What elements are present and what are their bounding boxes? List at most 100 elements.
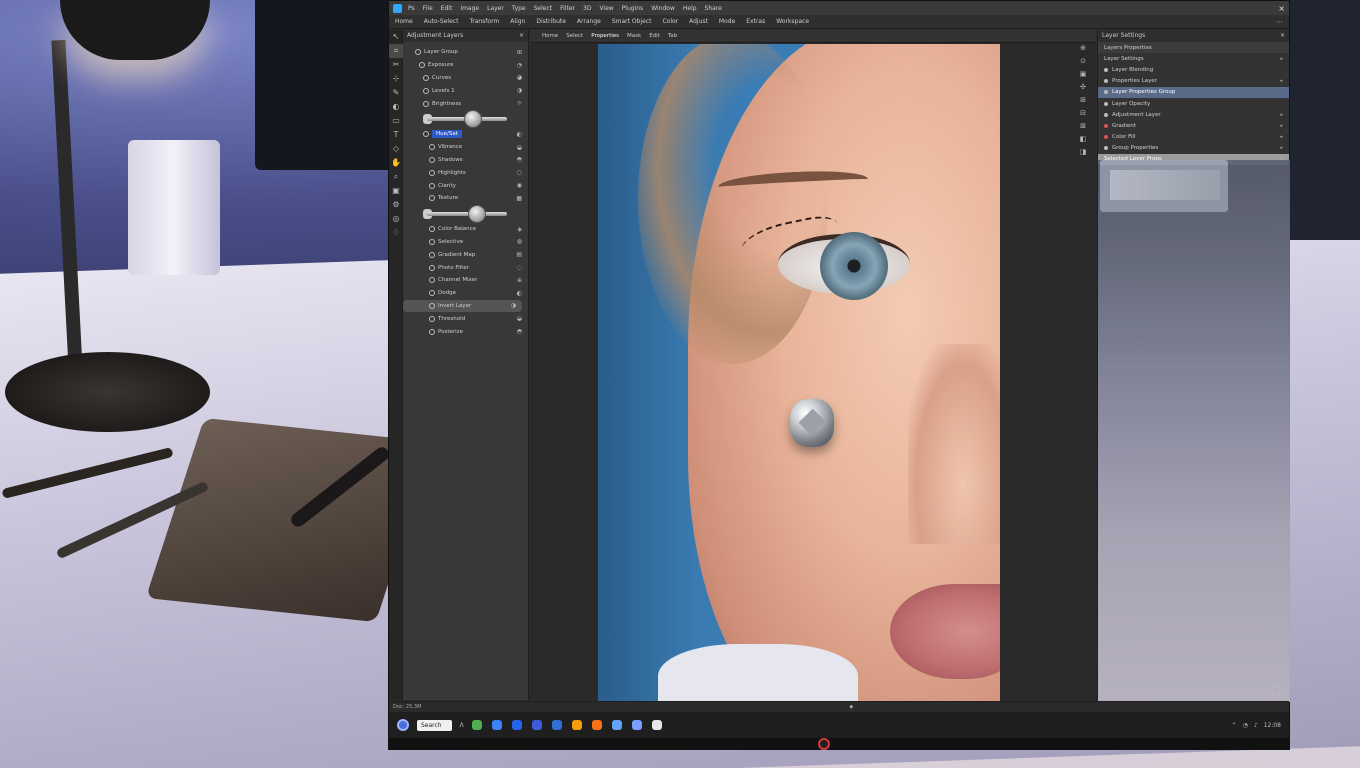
mini-tool-icon[interactable]: ⊠	[1076, 122, 1090, 135]
mail-icon[interactable]	[611, 720, 622, 730]
visibility-eye-icon[interactable]	[423, 87, 429, 94]
visibility-eye-icon[interactable]	[429, 182, 435, 189]
shield-icon[interactable]	[531, 720, 542, 730]
layer-row[interactable]: Gradient Map ▤	[403, 248, 528, 261]
close-window-button[interactable]: ×	[1278, 4, 1285, 13]
title-menu-5[interactable]: Type	[512, 5, 526, 12]
tool-icon-10[interactable]: ⌕	[389, 170, 403, 184]
visibility-eye-icon[interactable]	[429, 251, 435, 258]
slider-knob[interactable]	[467, 204, 486, 223]
visibility-eye-icon[interactable]	[429, 195, 435, 202]
menu-item-10[interactable]: Extras	[746, 18, 765, 25]
expand-arrow-icon[interactable]: ▸	[1280, 112, 1283, 118]
menu-item-5[interactable]: Arrange	[577, 18, 601, 25]
mini-tool-icon[interactable]: ⊕	[1076, 44, 1090, 57]
settings-row[interactable]: Group Properties ▸	[1098, 143, 1289, 154]
layer-row[interactable]: Levels 1 ◑	[403, 84, 528, 97]
layer-row[interactable]: Hue/Sat ◐	[403, 128, 528, 141]
mini-tool-icon[interactable]: ⊞	[1076, 96, 1090, 109]
settings-row[interactable]: Adjustment Layer ▸	[1098, 109, 1289, 120]
tray-item[interactable]: ◔	[1243, 722, 1248, 729]
tool-icon-1[interactable]: ⌗	[389, 44, 403, 58]
portrait-photo[interactable]	[598, 44, 1000, 701]
expand-arrow-icon[interactable]: ▸	[1280, 56, 1283, 62]
more-icon[interactable]: ⋯	[1276, 18, 1283, 26]
visibility-eye-icon[interactable]	[423, 74, 429, 81]
mini-tool-icon[interactable]: ◧	[1076, 135, 1090, 148]
tool-icon-7[interactable]: T	[389, 128, 403, 142]
visibility-eye-icon[interactable]	[423, 131, 429, 138]
tray-item[interactable]: ♪	[1254, 722, 1258, 729]
layer-row[interactable]: Photo Filter ◌	[403, 261, 528, 274]
help-icon[interactable]	[1271, 686, 1281, 696]
visibility-eye-icon[interactable]	[429, 144, 435, 151]
visibility-eye-icon[interactable]	[429, 238, 435, 245]
expand-arrow-icon[interactable]: ▸	[1280, 134, 1283, 140]
menu-item-8[interactable]: Adjust	[689, 18, 708, 25]
title-menu-0[interactable]: Ps	[408, 5, 415, 12]
title-menu-3[interactable]: Image	[460, 5, 479, 12]
tool-icon-3[interactable]: ⊹	[389, 72, 403, 86]
tab-2[interactable]: Properties	[591, 33, 619, 39]
layer-row[interactable]: Channel Mixer ⊕	[403, 274, 528, 287]
tool-icon-6[interactable]: ▭	[389, 114, 403, 128]
title-menu-12[interactable]: Help	[683, 5, 697, 12]
visibility-eye-icon[interactable]	[429, 156, 435, 163]
layer-row[interactable]: Vibrance ◒	[403, 141, 528, 154]
tool-icon-9[interactable]: ✋	[389, 156, 403, 170]
layer-row[interactable]: Curves ◕	[403, 72, 528, 85]
menu-item-1[interactable]: Auto-Select	[424, 18, 459, 25]
tab-1[interactable]: Select	[566, 33, 583, 39]
opacity-slider[interactable]	[403, 204, 528, 223]
visibility-eye-icon[interactable]	[429, 169, 435, 176]
settings-row[interactable]: Layer Blending	[1098, 64, 1289, 75]
tool-icon-14[interactable]: ♢	[389, 226, 403, 240]
layer-row[interactable]: Posterize ◓	[403, 325, 528, 338]
menu-item-4[interactable]: Distribute	[536, 18, 566, 25]
visibility-eye-icon[interactable]	[429, 277, 435, 284]
visibility-eye-icon[interactable]	[415, 49, 421, 56]
settings-row[interactable]: Layer Properties Group	[1098, 86, 1289, 98]
layer-row[interactable]: Exposure ◔	[403, 59, 528, 72]
vlc-icon[interactable]	[571, 720, 582, 730]
mini-tool-icon[interactable]: ▣	[1076, 70, 1090, 83]
layer-row[interactable]: Selective ◍	[403, 236, 528, 249]
caret-icon[interactable]: Λ	[460, 722, 464, 729]
settings-row[interactable]: Properties Layer ▸	[1098, 76, 1289, 87]
close-icon[interactable]: ×	[1280, 30, 1285, 42]
settings-row[interactable]: Color Fill ▸	[1098, 132, 1289, 143]
tab-0[interactable]: Home	[542, 33, 558, 39]
chrome-icon[interactable]	[491, 720, 502, 730]
layer-row[interactable]: Threshold ◒	[403, 312, 528, 325]
mini-tool-icon[interactable]: ◨	[1076, 148, 1090, 161]
edge-icon[interactable]	[511, 720, 522, 730]
menu-item-9[interactable]: Mode	[719, 18, 735, 25]
close-icon[interactable]: ×	[519, 30, 524, 42]
title-menu-1[interactable]: File	[423, 5, 433, 12]
title-menu-9[interactable]: View	[599, 5, 613, 12]
files-icon[interactable]	[591, 720, 602, 730]
visibility-eye-icon[interactable]	[423, 100, 429, 107]
tool-icon-2[interactable]: ✂	[389, 58, 403, 72]
tool-icon-4[interactable]: ✎	[389, 86, 403, 100]
visibility-eye-icon[interactable]	[429, 290, 435, 297]
calendar-icon[interactable]	[631, 720, 642, 730]
expand-arrow-icon[interactable]: ▸	[1280, 123, 1283, 129]
title-menu-2[interactable]: Edit	[441, 5, 453, 12]
title-menu-11[interactable]: Window	[651, 5, 675, 12]
visibility-eye-icon[interactable]	[419, 62, 425, 69]
photos-icon[interactable]	[651, 720, 662, 730]
canvas-area[interactable]: Home Select Properties Mask Edit Tab ⊕ ⊙ ▣ ✣ ⊞ ⊟ ⊠ ◧…	[530, 30, 1096, 701]
title-menu-6[interactable]: Select	[534, 5, 553, 12]
layer-row[interactable]: Invert Layer ◑	[403, 299, 522, 313]
menu-item-11[interactable]: Workspace	[776, 18, 809, 25]
store-icon[interactable]	[551, 720, 562, 730]
tab-5[interactable]: Tab	[668, 33, 677, 39]
expand-arrow-icon[interactable]: ▸	[1280, 145, 1283, 151]
title-menu-10[interactable]: Plugins	[622, 5, 644, 12]
tray-item[interactable]: 12:08	[1264, 722, 1281, 729]
settings-row[interactable]: Layer Settings ▸	[1098, 53, 1289, 64]
tool-icon-8[interactable]: ◇	[389, 142, 403, 156]
title-menu-8[interactable]: 3D	[583, 5, 591, 12]
browser-icon[interactable]	[471, 720, 482, 730]
